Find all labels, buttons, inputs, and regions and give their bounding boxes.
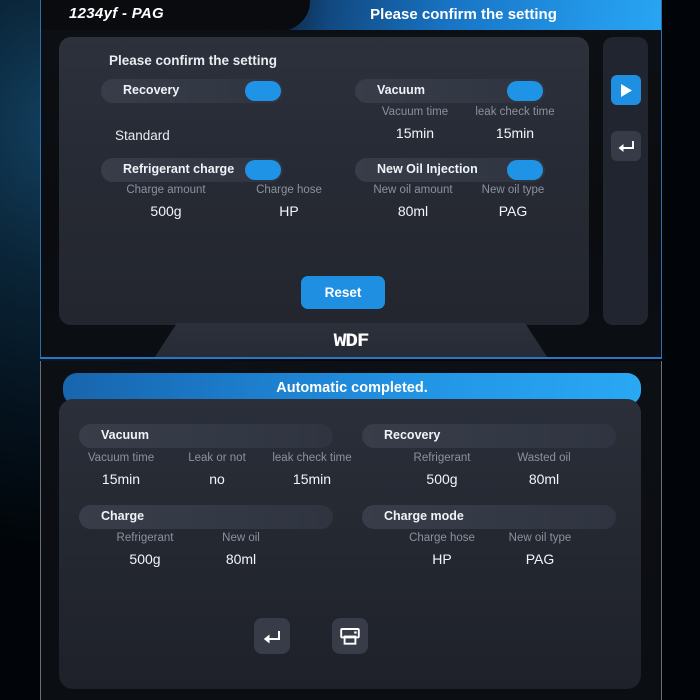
summary-charge-mode-header: Charge mode	[362, 505, 616, 529]
brand-strip: WDF	[41, 323, 661, 357]
summary-leak-check-time-label: leak check time	[272, 452, 352, 464]
summary-wasted-oil-label: Wasted oil	[517, 452, 571, 464]
summary-charge-label: Charge	[101, 509, 145, 523]
top-titlebar: Please confirm the setting 1234yf - PAG	[41, 0, 661, 30]
summary-leak-or-not-label: Leak or not	[188, 452, 246, 464]
summary-charge-header: Charge	[79, 505, 333, 529]
bottom-back-button[interactable]	[254, 618, 290, 654]
summary-new-oil-type-label: New oil type	[508, 532, 572, 544]
recovery-toggle-row[interactable]: Recovery	[101, 79, 283, 103]
side-rail	[603, 37, 648, 325]
refrigerant-model-label: 1234yf - PAG	[69, 5, 165, 22]
bottom-panel-title: Automatic completed.	[276, 380, 428, 396]
refrigerant-charge-label: Refrigerant charge	[123, 162, 235, 176]
summary-charge-hose-value: HP	[432, 551, 452, 567]
summary-recovery-header: Recovery	[362, 424, 616, 448]
new-oil-type-value: PAG	[498, 203, 528, 219]
summary-charge-new-oil-value: 80ml	[225, 551, 257, 567]
summary-recovery-label: Recovery	[384, 428, 441, 442]
play-icon	[619, 83, 633, 98]
charge-amount-label: Charge amount	[126, 184, 206, 196]
return-arrow-icon	[617, 138, 635, 154]
refrigerant-charge-toggle-knob[interactable]	[245, 160, 281, 180]
summary-vacuum-header: Vacuum	[79, 424, 333, 448]
summary-leak-check-time-value: 15min	[292, 471, 332, 487]
standard-label: Standard	[115, 128, 170, 143]
charge-hose-value: HP	[279, 203, 299, 219]
play-button[interactable]	[611, 75, 641, 105]
summary-new-oil-type-value: PAG	[525, 551, 555, 567]
summary-leak-or-not-value: no	[209, 471, 225, 487]
charge-hose-label: Charge hose	[256, 184, 322, 196]
summary-charge-new-oil-label: New oil	[222, 532, 260, 544]
summary-charge-refrigerant-label: Refrigerant	[116, 532, 174, 544]
confirm-setting-panel: Please confirm the setting 1234yf - PAG …	[40, 0, 662, 359]
titlebar-blue-banner: Please confirm the setting	[266, 0, 661, 30]
new-oil-injection-label: New Oil Injection	[377, 162, 478, 176]
summary-vacuum-time-value: 15min	[101, 471, 141, 487]
recovery-toggle-knob[interactable]	[245, 81, 281, 101]
card-heading: Please confirm the setting	[109, 53, 278, 68]
summary-charge-mode-label: Charge mode	[384, 509, 464, 523]
vacuum-toggle-row[interactable]: Vacuum	[355, 79, 545, 103]
new-oil-injection-toggle-row[interactable]: New Oil Injection	[355, 158, 545, 182]
vacuum-label: Vacuum	[377, 83, 425, 97]
summary-charge-hose-label: Charge hose	[409, 532, 475, 544]
reset-button[interactable]: Reset	[301, 276, 385, 309]
leak-check-time-label: leak check time	[475, 106, 555, 118]
refrigerant-charge-toggle-row[interactable]: Refrigerant charge	[101, 158, 283, 182]
summary-recovery-refrigerant-label: Refrigerant	[413, 452, 471, 464]
summary-charge-refrigerant-value: 500g	[129, 551, 161, 567]
summary-vacuum-label: Vacuum	[101, 428, 149, 442]
recovery-label: Recovery	[123, 83, 180, 97]
charge-amount-value: 500g	[150, 203, 182, 219]
printer-icon	[339, 626, 361, 646]
rail-back-button[interactable]	[611, 131, 641, 161]
summary-recovery-refrigerant-value: 500g	[426, 471, 458, 487]
summary-vacuum-time-label: Vacuum time	[87, 452, 155, 464]
print-button[interactable]	[332, 618, 368, 654]
leak-check-time-value: 15min	[495, 125, 535, 141]
vacuum-toggle-knob[interactable]	[507, 81, 543, 101]
return-arrow-icon	[262, 627, 282, 645]
summary-wasted-oil-value: 80ml	[528, 471, 560, 487]
brand-logo: WDF	[333, 331, 370, 351]
titlebar-title: Please confirm the setting	[370, 6, 557, 23]
new-oil-type-label: New oil type	[481, 184, 545, 196]
new-oil-injection-toggle-knob[interactable]	[507, 160, 543, 180]
